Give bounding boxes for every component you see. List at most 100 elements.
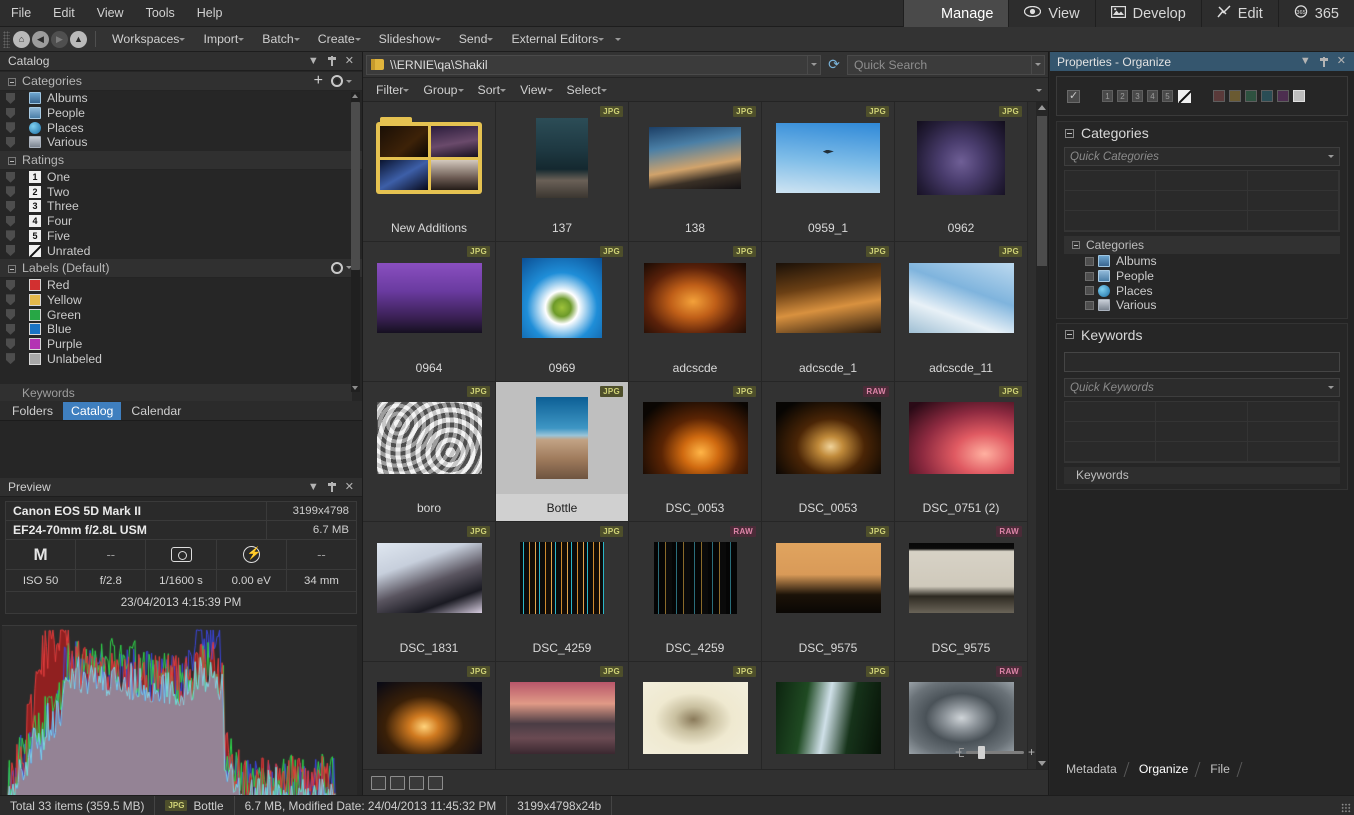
catalog-item-rating-four[interactable]: 4Four [0,214,362,229]
catalog-item-label-blue[interactable]: Blue [0,322,362,337]
tab-develop[interactable]: Develop [1095,0,1201,27]
scroll-up-arrow[interactable] [352,94,358,98]
catalog-item-rating-three[interactable]: 3Three [0,199,362,214]
tab-365[interactable]: 365 365 [1278,0,1354,27]
prop-category-albums[interactable]: Albums [1057,254,1347,269]
zoom-slider-track[interactable] [966,751,1024,754]
keywords-input[interactable] [1064,352,1340,372]
catalog-item-unrated[interactable]: Unrated [0,243,362,258]
group-header-keywords-partial[interactable]: Keywords [0,384,352,401]
catalog-scrollbar[interactable] [351,92,360,392]
keywords-section-header[interactable]: Keywords [1057,324,1347,346]
collapse-icon[interactable] [1065,330,1074,339]
menu-tools[interactable]: Tools [135,3,186,23]
rotate-left-icon[interactable] [390,776,405,790]
thumbnail-zoom-slider[interactable]: − + [955,745,1035,759]
tab-catalog[interactable]: Catalog [63,402,121,420]
quick-keywords-grid[interactable] [1064,401,1340,463]
clear-label-icon[interactable] [1293,90,1305,102]
thumbnail-cell[interactable]: JPG DSC_0751 (2) [895,382,1028,522]
scroll-down-arrow[interactable] [352,386,358,390]
checkbox-icon[interactable] [1085,286,1094,295]
sort-button[interactable]: Sort [471,81,514,99]
add-category-icon[interactable]: + [314,76,323,86]
set-label-red[interactable] [1213,90,1225,102]
group-button[interactable]: Group [416,81,470,99]
zoom-slider-knob[interactable] [978,746,985,759]
tab-manage[interactable]: Manage [903,0,1008,27]
thumbnail-cell[interactable]: RAW DSC_0053 [762,382,895,522]
prop-category-places[interactable]: Places [1057,283,1347,298]
catalog-item-rating-one[interactable]: 1One [0,170,362,185]
rotate-right-icon[interactable] [409,776,424,790]
group-header-labels[interactable]: Labels (Default) [0,259,362,278]
set-rating-4[interactable]: 4 [1147,90,1158,102]
tab-view[interactable]: View [1008,0,1094,27]
toolbar-external-editors[interactable]: External Editors [502,29,613,49]
catalog-item-rating-five[interactable]: 5Five [0,229,362,244]
thumbnail-cell[interactable]: JPG 0962 [895,102,1028,242]
pin-icon[interactable] [328,482,336,492]
panel-menu-icon[interactable]: ▼ [308,56,319,67]
resize-grip[interactable] [1341,803,1351,813]
tab-calendar[interactable]: Calendar [123,402,189,420]
group-header-ratings[interactable]: Ratings [0,151,362,170]
prop-category-people[interactable]: People [1057,269,1347,284]
scrollbar-thumb[interactable] [1037,116,1047,266]
thumbnail-cell[interactable]: JPG [762,662,895,769]
collapse-icon[interactable] [8,265,16,273]
thumbnail-cell-selected[interactable]: JPG Bottle [496,382,629,522]
close-icon[interactable]: ✕ [345,482,354,493]
set-rating-5[interactable]: 5 [1162,90,1173,102]
collapse-icon[interactable] [1065,129,1074,138]
set-label-blue[interactable] [1261,90,1273,102]
catalog-item-various[interactable]: Various [0,135,362,150]
quick-categories-dropdown[interactable]: Quick Categories [1064,147,1340,166]
catalog-item-rating-two[interactable]: 2Two [0,184,362,199]
path-input[interactable]: \\ERNIE\qa\Shakil [366,55,808,75]
group-header-categories[interactable]: Categories + [0,72,362,91]
categories-subheader[interactable]: Categories [1064,236,1340,254]
toolbar-send[interactable]: Send [450,29,503,49]
catalog-item-people[interactable]: People [0,106,362,121]
thumbnail-cell[interactable]: New Additions [363,102,496,242]
tab-edit[interactable]: Edit [1201,0,1278,27]
thumbnail-cell[interactable]: JPG [496,662,629,769]
thumbnail-cell[interactable]: RAW DSC_9575 [895,522,1028,662]
thumbnail-cell[interactable]: JPG 138 [629,102,762,242]
quick-keywords-dropdown[interactable]: Quick Keywords [1064,378,1340,397]
thumbnail-cell[interactable]: JPG 0959_1 [762,102,895,242]
pin-icon[interactable] [1320,57,1328,67]
tab-metadata[interactable]: Metadata [1054,760,1127,779]
zoom-in-icon[interactable]: + [1028,745,1035,759]
set-label-green[interactable] [1245,90,1257,102]
forward-icon[interactable]: ▶ [51,31,68,48]
thumbnail-cell[interactable]: JPG [363,662,496,769]
tab-folders[interactable]: Folders [4,402,61,420]
checkbox-icon[interactable] [1085,301,1094,310]
thumbnail-cell[interactable]: JPG adcscde_11 [895,242,1028,382]
catalog-item-albums[interactable]: Albums [0,91,362,106]
pin-icon[interactable] [328,56,336,66]
categories-gear[interactable] [331,75,352,87]
rotate-auto-icon[interactable] [371,776,386,790]
back-icon[interactable]: ◀ [32,31,49,48]
close-icon[interactable]: ✕ [1337,56,1346,67]
toolbar-create[interactable]: Create [309,29,370,49]
view-button[interactable]: View [513,81,559,99]
catalog-item-label-purple[interactable]: Purple [0,337,362,352]
checkbox-icon[interactable] [1085,257,1094,266]
prop-category-various[interactable]: Various [1057,298,1347,313]
panel-menu-icon[interactable]: ▼ [1300,56,1311,67]
catalog-item-label-yellow[interactable]: Yellow [0,293,362,308]
tab-organize[interactable]: Organize [1127,760,1198,779]
filterbar-overflow[interactable] [1036,83,1042,97]
thumbnail-cell[interactable]: JPG adcscde [629,242,762,382]
collapse-icon[interactable] [1072,241,1080,249]
tab-file[interactable]: File [1198,760,1240,779]
menu-file[interactable]: File [0,3,42,23]
toolbar-grip[interactable] [3,31,10,48]
thumbnail-cell[interactable]: JPG 0964 [363,242,496,382]
path-dropdown-button[interactable] [808,55,821,75]
thumbnail-cell[interactable]: JPG 0969 [496,242,629,382]
